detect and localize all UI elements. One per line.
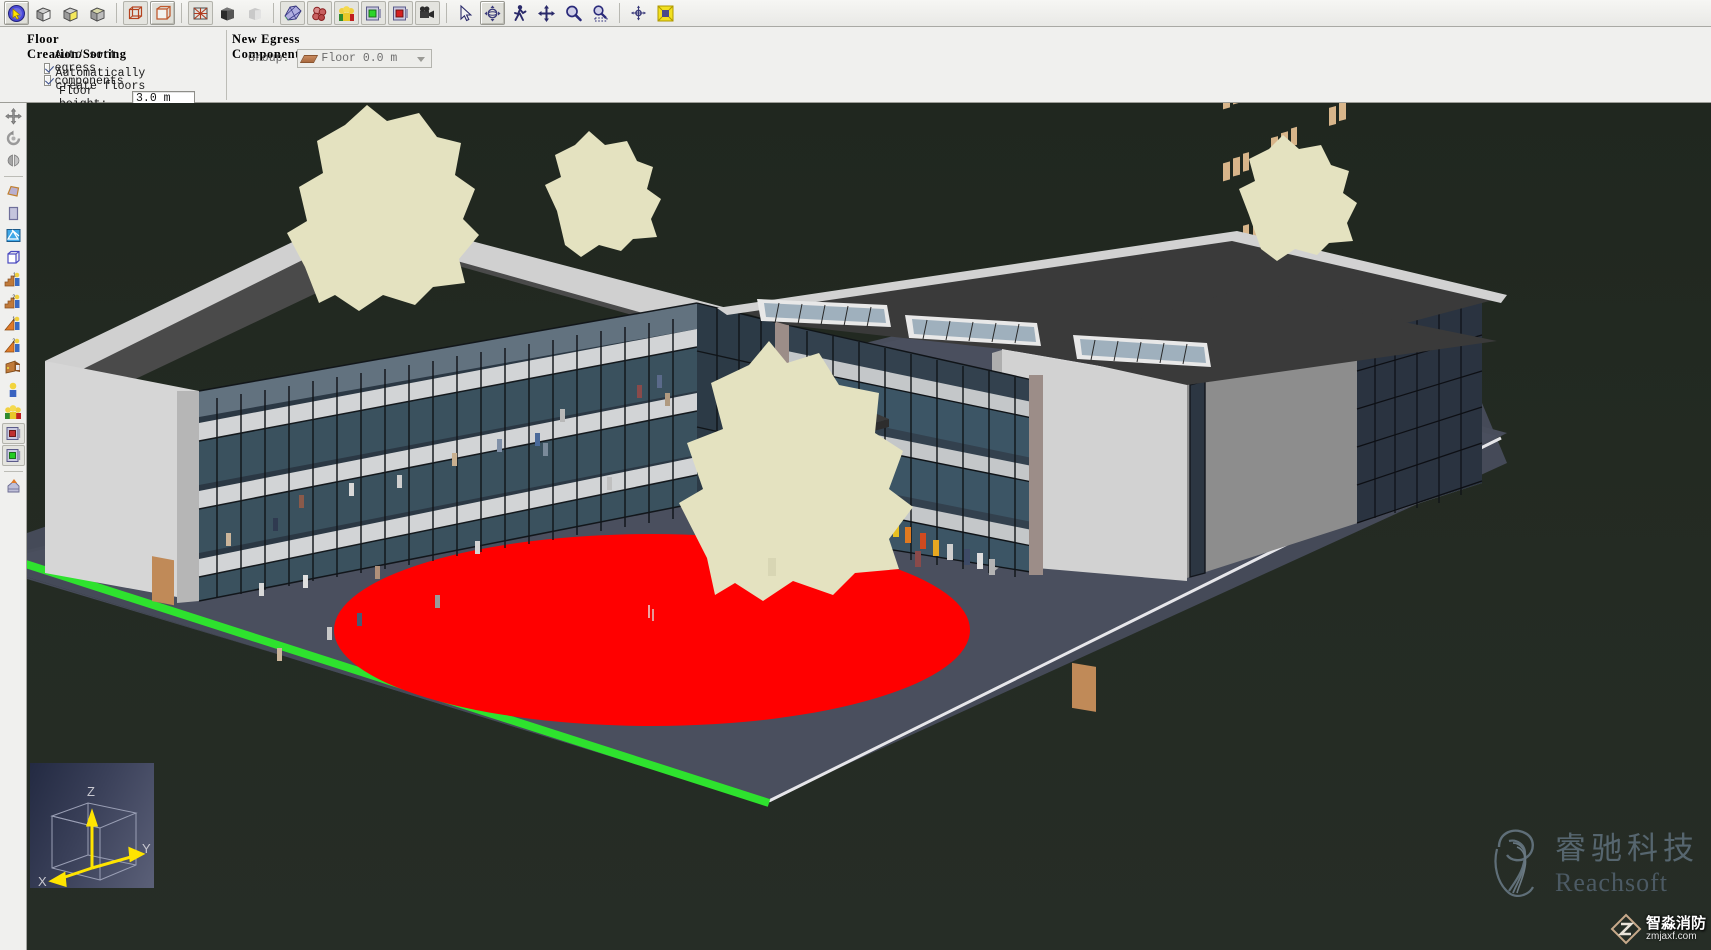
occupants-icon[interactable] bbox=[334, 1, 359, 25]
tree-foreground-trunk bbox=[768, 558, 776, 576]
watermark-badge-url: zmjaxf.com bbox=[1646, 932, 1697, 943]
pointer-arrow-icon[interactable] bbox=[453, 1, 478, 25]
right-wing-stair-glass bbox=[1190, 381, 1205, 577]
hidden-geometry-icon[interactable] bbox=[188, 1, 213, 25]
cube-face-grey-icon[interactable] bbox=[85, 1, 110, 25]
viewport-3d[interactable]: Z Y X 睿驰科技 Reachsoft 智淼消防 bbox=[27, 103, 1711, 950]
atrium-column-2 bbox=[1029, 375, 1043, 575]
solid-box-light-icon[interactable] bbox=[242, 1, 267, 25]
door-icon[interactable] bbox=[2, 357, 25, 378]
watermark-primary-cn: 睿驰科技 bbox=[1555, 823, 1699, 868]
crosshair-cursor bbox=[647, 603, 659, 621]
chevron-down-icon[interactable] bbox=[417, 57, 425, 62]
group-row: Group: Floor 0.0 m bbox=[248, 49, 432, 68]
left-wing-end-wall-shadow bbox=[177, 391, 199, 603]
tree-left-canopy bbox=[287, 105, 479, 311]
exit-green-icon[interactable] bbox=[2, 445, 25, 466]
options-panel: Floor Creation/Sorting Auto sort egress … bbox=[0, 27, 1711, 103]
watermark-badge-cn: 智淼消防 bbox=[1646, 916, 1706, 932]
svg-text:2: 2 bbox=[12, 338, 15, 344]
toolbar-separator bbox=[273, 3, 274, 23]
select-arrow-circle-icon[interactable] bbox=[4, 1, 29, 25]
camera-icon[interactable] bbox=[415, 1, 440, 25]
svg-text:1: 1 bbox=[13, 272, 16, 278]
axis-arrows bbox=[52, 813, 142, 885]
group-dropdown[interactable]: Floor 0.0 m bbox=[297, 49, 432, 68]
scene-geometry bbox=[27, 103, 1711, 950]
zoom-icon[interactable] bbox=[561, 1, 586, 25]
stair-up-1-icon[interactable]: 1 bbox=[2, 269, 25, 290]
watermark-badge: 智淼消防 zmjaxf.com bbox=[1610, 913, 1706, 945]
watermark-primary-en: Reachsoft bbox=[1555, 868, 1668, 898]
ramp-up-1-icon[interactable]: 1 bbox=[2, 313, 25, 334]
rail-separator bbox=[4, 176, 23, 177]
svg-text:2: 2 bbox=[12, 294, 15, 300]
left-tool-rail: 1 2 1 2 bbox=[0, 103, 27, 950]
tree-mid-canopy bbox=[545, 131, 661, 257]
rail-separator bbox=[4, 471, 23, 472]
occupant-group-icon[interactable] bbox=[2, 401, 25, 422]
orbit-icon[interactable] bbox=[480, 1, 505, 25]
rotate-tool-icon[interactable] bbox=[2, 128, 25, 149]
pan-icon[interactable] bbox=[534, 1, 559, 25]
rectangle-draw-icon[interactable] bbox=[2, 203, 25, 224]
solid-box-dark-icon[interactable] bbox=[215, 1, 240, 25]
stair-up-2-icon[interactable]: 2 bbox=[2, 291, 25, 312]
outline-box-icon[interactable] bbox=[150, 1, 175, 25]
obstacles-icon[interactable] bbox=[307, 1, 332, 25]
exit-red-icon[interactable] bbox=[388, 1, 413, 25]
occupant-single-icon[interactable] bbox=[2, 379, 25, 400]
left-wing-end-wall bbox=[45, 361, 199, 601]
watermark-reachsoft: 睿驰科技 Reachsoft bbox=[1487, 823, 1699, 898]
toolbar-separator bbox=[181, 3, 182, 23]
measure-tool-icon[interactable] bbox=[2, 476, 25, 497]
walk-icon[interactable] bbox=[507, 1, 532, 25]
mirror-tool-icon[interactable] bbox=[2, 150, 25, 171]
axis-label-x: X bbox=[38, 874, 47, 888]
group-label: Group: bbox=[248, 52, 289, 65]
svg-text:1: 1 bbox=[12, 316, 15, 322]
axis-label-z: Z bbox=[87, 784, 95, 799]
navigation-mesh-icon[interactable] bbox=[280, 1, 305, 25]
left-wing-door bbox=[152, 556, 174, 605]
polygon-draw-icon[interactable] bbox=[2, 181, 25, 202]
toolbar-separator bbox=[116, 3, 117, 23]
floor-slab-icon bbox=[300, 55, 318, 63]
entrance-door-right bbox=[1072, 663, 1096, 712]
axis-orientation-widget: Z Y X bbox=[30, 763, 154, 888]
axis-label-y: Y bbox=[142, 841, 151, 856]
exit-red-icon[interactable] bbox=[2, 423, 25, 444]
reachsoft-logo-icon bbox=[1487, 825, 1545, 897]
wireframe-box-icon[interactable] bbox=[123, 1, 148, 25]
cube-face-white-icon[interactable] bbox=[31, 1, 56, 25]
zoom-region-icon[interactable] bbox=[588, 1, 613, 25]
cube-face-yellow-icon[interactable] bbox=[58, 1, 83, 25]
auto-create-floors-checkbox[interactable] bbox=[44, 75, 51, 86]
exit-green-icon[interactable] bbox=[361, 1, 386, 25]
navmesh-draw-icon[interactable] bbox=[2, 225, 25, 246]
zoom-extents-icon[interactable] bbox=[653, 1, 678, 25]
toolbar-separator bbox=[619, 3, 620, 23]
snap-point-icon[interactable] bbox=[626, 1, 651, 25]
main-toolbar bbox=[0, 0, 1711, 27]
ramp-up-2-icon[interactable]: 2 bbox=[2, 335, 25, 356]
extrude-box-icon[interactable] bbox=[2, 247, 25, 268]
group-dropdown-value: Floor 0.0 m bbox=[321, 52, 397, 65]
toolbar-separator bbox=[446, 3, 447, 23]
diamond-logo-icon bbox=[1610, 913, 1642, 945]
move-tool-icon[interactable] bbox=[2, 106, 25, 127]
panel-divider bbox=[226, 30, 227, 100]
